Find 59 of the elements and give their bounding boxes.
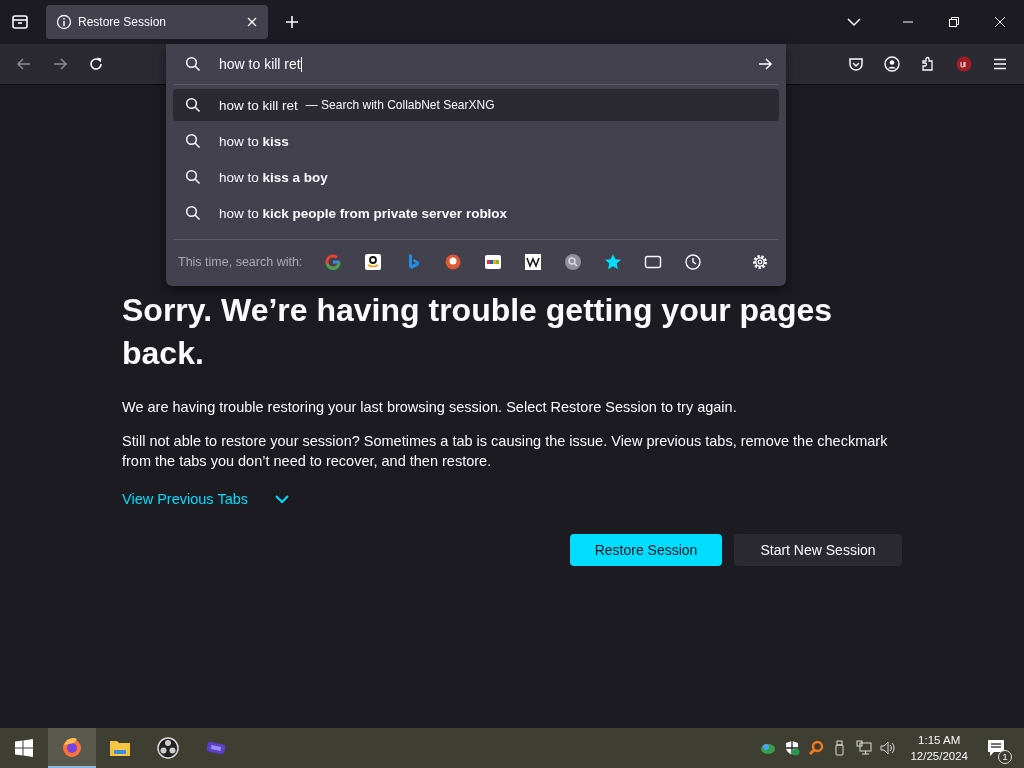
volume-icon[interactable] bbox=[880, 740, 897, 756]
shield-badge-icon[interactable] bbox=[956, 56, 972, 72]
network-icon[interactable] bbox=[856, 740, 873, 756]
search-suggestion[interactable]: how to kiss a boy bbox=[173, 161, 779, 193]
go-arrow-icon[interactable] bbox=[757, 56, 773, 72]
search-icon bbox=[185, 56, 201, 72]
clock-icon[interactable] bbox=[684, 253, 703, 271]
body-paragraph: We are having trouble restoring your last browsing session. Select Restore Session to try again. bbox=[122, 398, 738, 417]
search-icon bbox=[185, 133, 201, 149]
multicolor-ring-icon[interactable] bbox=[324, 253, 343, 271]
browser-tab[interactable]: Restore Session bbox=[46, 5, 268, 39]
tab-outline-icon[interactable] bbox=[644, 253, 663, 271]
suggestion-text: how to kill ret bbox=[219, 97, 298, 113]
menu-icon[interactable] bbox=[992, 56, 1008, 72]
restore-icon[interactable] bbox=[948, 16, 960, 28]
tab-list-icon[interactable] bbox=[10, 12, 30, 32]
serif-tile-icon[interactable] bbox=[524, 253, 543, 271]
view-previous-tabs-link[interactable]: View Previous Tabs bbox=[122, 491, 248, 507]
notification-count: 1 bbox=[998, 750, 1012, 764]
search-icon bbox=[185, 169, 201, 185]
shield-icon[interactable] bbox=[784, 740, 801, 756]
circle-logo-icon bbox=[156, 736, 180, 760]
colored-tile-icon[interactable] bbox=[484, 253, 503, 271]
suggestion-text: how to kiss a boy bbox=[219, 169, 328, 185]
tab-title: Restore Session bbox=[78, 15, 168, 29]
notification-icon[interactable] bbox=[986, 738, 1006, 758]
new-tab-icon[interactable] bbox=[284, 14, 300, 30]
secondary-button[interactable]: Start New Session bbox=[734, 534, 902, 566]
search-suggestion[interactable]: how to kiss bbox=[173, 125, 779, 157]
page-heading: Sorry. We’re having trouble getting your pages back. bbox=[122, 291, 834, 373]
back-icon[interactable] bbox=[16, 56, 32, 72]
round-search-icon[interactable] bbox=[564, 253, 583, 271]
puzzle-icon[interactable] bbox=[920, 56, 936, 72]
pocket-icon[interactable] bbox=[848, 56, 864, 72]
close-window-icon[interactable] bbox=[994, 16, 1006, 28]
info-icon bbox=[56, 14, 72, 30]
smile-tile-icon[interactable] bbox=[364, 253, 383, 271]
account-icon[interactable] bbox=[884, 56, 900, 72]
windows-start-icon[interactable] bbox=[15, 739, 33, 757]
settings-icon[interactable] bbox=[751, 253, 769, 271]
fox-globe-icon bbox=[60, 735, 84, 759]
forward-icon[interactable] bbox=[52, 56, 68, 72]
clock-time[interactable]: 1:15 AM bbox=[918, 732, 961, 748]
suggestion-text: how to kiss bbox=[219, 133, 289, 149]
suggestion-text: how to kick people from private server roblox bbox=[219, 205, 508, 221]
star-icon[interactable] bbox=[604, 253, 623, 271]
search-suggestion[interactable]: how to kick people from private server roblox bbox=[173, 197, 779, 229]
reload-icon[interactable] bbox=[88, 56, 104, 72]
clock-date[interactable]: 12/25/2024 bbox=[910, 748, 968, 764]
search-icon bbox=[185, 97, 201, 113]
primary-button[interactable]: Restore Session bbox=[570, 534, 722, 566]
search-suggestion[interactable]: how to kill ret — Search with CollabNet SearXNG bbox=[173, 89, 779, 121]
duck-circle-icon[interactable] bbox=[444, 253, 463, 271]
search-with-label: This time, search with: bbox=[178, 255, 303, 269]
body-paragraph: Still not able to restore your session? Sometimes a tab is causing the issue. View previous tabs, remove the checkmark from the tabs you don’t need to recover, and then restore. bbox=[122, 432, 889, 471]
magnifier-icon[interactable] bbox=[808, 740, 825, 756]
suggestion-action: — Search with CollabNet SearXNG bbox=[305, 98, 495, 112]
close-icon[interactable] bbox=[246, 16, 258, 28]
search-icon bbox=[185, 205, 201, 221]
